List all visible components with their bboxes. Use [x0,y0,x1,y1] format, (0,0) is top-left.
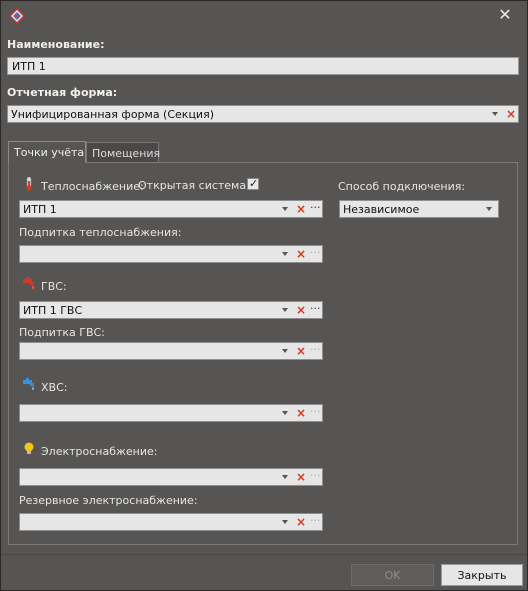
name-field[interactable]: ИТП 1 [7,57,519,75]
open-system-label: Открытая система: [138,179,250,192]
cold-water-label: ХВС: [41,381,68,394]
title-bar: ✕ [1,1,527,31]
close-icon[interactable]: ✕ [497,7,513,23]
clear-x-icon[interactable]: × [296,343,306,359]
report-form-combo[interactable]: Унифицированная форма (Секция) × [7,105,519,123]
open-system-checkbox[interactable]: ✓ [247,177,259,190]
ellipsis-icon: ··· [310,246,321,259]
ellipsis-icon: ··· [310,405,321,418]
chevron-down-icon[interactable] [282,475,288,479]
clear-x-icon[interactable]: × [296,246,306,262]
electricity-combo[interactable]: × ··· [19,468,323,486]
clear-x-icon[interactable]: × [296,302,306,318]
tab-premises[interactable]: Помещения [86,142,160,162]
cold-water-tap-icon [23,378,34,390]
close-button[interactable]: Закрыть [441,564,523,586]
reserve-electricity-label: Резервное электроснабжение: [19,494,198,507]
reserve-electricity-combo[interactable]: × ··· [19,513,323,531]
lightbulb-icon [24,442,34,454]
cold-water-combo[interactable]: × ··· [19,404,323,422]
clear-x-icon[interactable]: × [296,469,306,485]
electricity-label: Электроснабжение: [41,445,158,458]
connection-label: Способ подключения: [338,180,466,193]
chevron-down-icon[interactable] [282,349,288,353]
report-form-label: Отчетная форма: [7,86,118,99]
clear-x-icon[interactable]: × [506,106,516,122]
report-form-value: Унифицированная форма (Секция) [11,108,214,121]
hot-water-feed-label: Подпитка ГВС: [19,326,105,339]
dialog-window: ✕ Наименование: ИТП 1 Отчетная форма: Ун… [0,0,528,591]
chevron-down-icon[interactable] [282,252,288,256]
footer-separator [1,554,527,555]
tab-metering-points[interactable]: Точки учёта [8,141,86,163]
heating-combo[interactable]: ИТП 1 × ··· [19,200,323,218]
heating-label: Теплоснабжение: [41,180,144,193]
ellipsis-icon: ··· [310,469,321,482]
hot-water-label: ГВС: [41,280,67,293]
connection-combo[interactable]: Независимое [339,200,499,218]
hot-water-feed-combo[interactable]: × ··· [19,342,323,360]
ellipsis-icon: ··· [310,343,321,356]
heating-feed-label: Подпитка теплоснабжения: [19,226,182,239]
chevron-down-icon[interactable] [492,112,498,116]
heating-feed-combo[interactable]: × ··· [19,245,323,263]
chevron-down-icon[interactable] [282,411,288,415]
hot-water-tap-icon [23,277,34,289]
ellipsis-icon[interactable]: ··· [310,302,321,316]
ellipsis-icon: ··· [310,514,321,527]
checkmark-icon: ✓ [249,177,259,190]
hot-water-value: ИТП 1 ГВС [23,304,83,317]
chevron-down-icon[interactable] [282,520,288,524]
clear-x-icon[interactable]: × [296,201,306,217]
chevron-down-icon[interactable] [486,207,492,211]
clear-x-icon[interactable]: × [296,514,306,530]
name-label: Наименование: [7,38,105,51]
connection-value: Независимое [343,203,420,216]
ellipsis-icon[interactable]: ··· [310,201,321,215]
ok-button[interactable]: OK [351,564,434,586]
chevron-down-icon[interactable] [282,308,288,312]
app-diamond-icon [9,8,25,24]
hot-water-combo[interactable]: ИТП 1 ГВС × ··· [19,301,323,319]
thermometer-icon [26,177,32,191]
heating-value: ИТП 1 [23,203,57,216]
chevron-down-icon[interactable] [282,207,288,211]
clear-x-icon[interactable]: × [296,405,306,421]
